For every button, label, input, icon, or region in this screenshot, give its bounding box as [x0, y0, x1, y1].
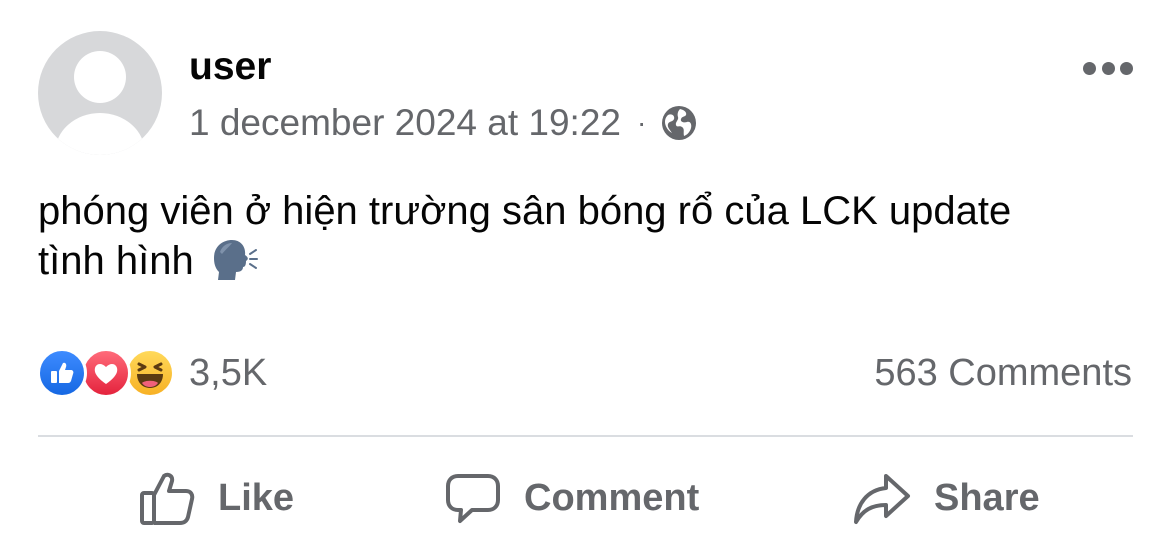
comment-button[interactable]: Comment	[444, 462, 699, 534]
post-timestamp[interactable]: 1 december 2024 at 19:22	[189, 102, 621, 144]
author-name[interactable]: user	[189, 44, 271, 90]
comment-bubble-icon	[444, 470, 524, 526]
more-dot	[1083, 61, 1096, 75]
meta-separator: ·	[637, 107, 647, 138]
thumbs-up-icon	[138, 469, 218, 527]
more-dot	[1101, 61, 1115, 75]
share-arrow-icon	[852, 470, 934, 526]
haha-reaction-icon	[125, 348, 175, 398]
reactions-summary[interactable]: 3,5K	[37, 346, 267, 400]
comments-count[interactable]: 563 Comments	[874, 350, 1132, 396]
post-text-line-2: tình hình	[38, 236, 1138, 294]
post-meta: 1 december 2024 at 19:22 ·	[189, 100, 698, 146]
speaking-head-icon	[208, 238, 258, 294]
like-reaction-icon	[37, 348, 87, 398]
share-button[interactable]: Share	[852, 462, 1040, 534]
post-text: phóng viên ở hiện trường sân bóng rổ của…	[38, 186, 1138, 294]
avatar-head-shape	[74, 51, 126, 103]
avatar-body-shape	[55, 113, 145, 155]
post-text-line-2-label: tình hình	[38, 239, 194, 283]
post-text-line-1: phóng viên ở hiện trường sân bóng rổ của…	[38, 189, 1012, 233]
avatar[interactable]	[38, 31, 162, 155]
like-label: Like	[218, 476, 295, 519]
like-button[interactable]: Like	[138, 462, 294, 534]
divider	[38, 435, 1133, 437]
more-options-icon[interactable]	[1083, 58, 1133, 78]
more-dot	[1120, 61, 1133, 75]
share-label: Share	[934, 476, 1040, 519]
post-card: user 1 december 2024 at 19:22 · phóng vi…	[0, 0, 1170, 556]
globe-icon[interactable]	[660, 104, 698, 142]
reaction-count: 3,5K	[189, 351, 268, 394]
love-reaction-icon	[81, 348, 131, 398]
comment-label: Comment	[524, 476, 700, 519]
